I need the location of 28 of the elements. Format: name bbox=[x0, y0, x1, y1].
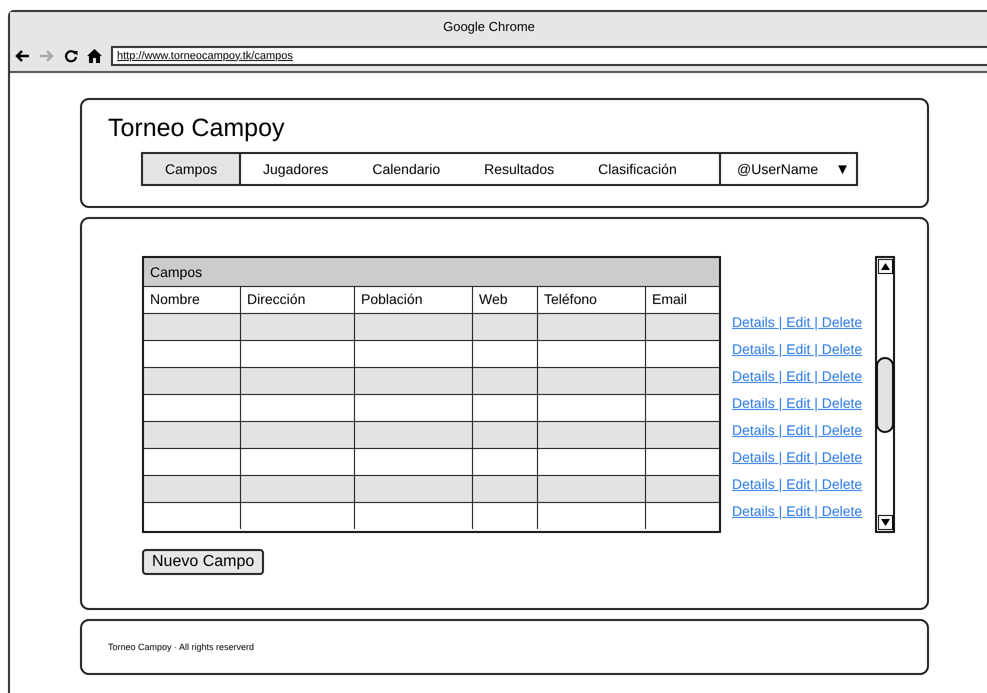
row-actions-link[interactable]: Details | Edit | Delete bbox=[732, 448, 862, 467]
row-actions-link[interactable]: Details | Edit | Delete bbox=[732, 367, 862, 386]
row-actions-link[interactable]: Details | Edit | Delete bbox=[732, 502, 862, 521]
nav-tab[interactable]: Campos bbox=[143, 154, 241, 184]
address-field[interactable]: http://www.torneocampoy.tk/campos bbox=[111, 46, 987, 66]
row-actions-link[interactable]: Details | Edit | Delete bbox=[732, 313, 862, 332]
column-header: Web bbox=[473, 287, 538, 313]
footer-text: Torneo Campoy · All rights reserverd bbox=[108, 642, 254, 652]
scroll-down-icon[interactable] bbox=[878, 515, 893, 530]
back-icon[interactable] bbox=[14, 48, 30, 62]
site-title: Torneo Campoy bbox=[108, 114, 286, 143]
scroll-thumb[interactable] bbox=[876, 357, 894, 433]
scrollbar[interactable] bbox=[875, 256, 896, 533]
reload-icon[interactable] bbox=[64, 48, 78, 62]
window-title: Google Chrome bbox=[443, 18, 535, 34]
row-actions-link[interactable]: Details | Edit | Delete bbox=[732, 421, 862, 440]
row-actions-link[interactable]: Details | Edit | Delete bbox=[732, 394, 862, 413]
row-actions-link[interactable]: Details | Edit | Delete bbox=[732, 340, 862, 359]
column-header: Teléfono bbox=[538, 287, 646, 313]
home-icon[interactable] bbox=[87, 48, 102, 62]
scroll-up-icon[interactable] bbox=[878, 259, 893, 274]
row-actions-link[interactable]: Details | Edit | Delete bbox=[732, 475, 862, 494]
new-campo-button[interactable]: Nuevo Campo bbox=[142, 549, 264, 575]
table-title: Campos bbox=[144, 258, 719, 287]
column-header: Email bbox=[651, 290, 688, 309]
column-header: Nombre bbox=[144, 287, 241, 313]
column-header: Dirección bbox=[241, 287, 355, 313]
column-header: Población bbox=[355, 287, 473, 313]
